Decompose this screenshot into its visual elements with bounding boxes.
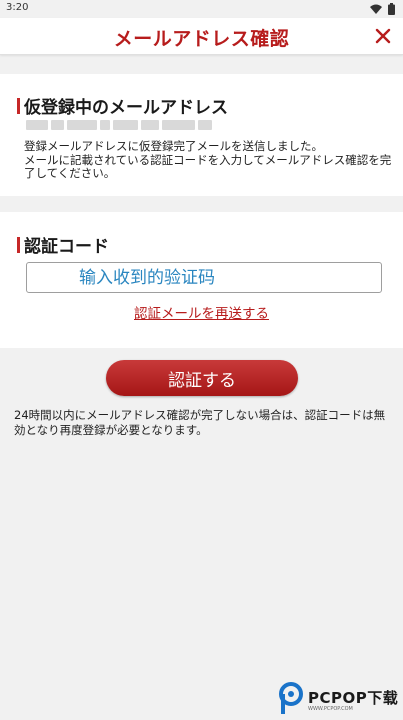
heading-accent-bar xyxy=(17,236,20,253)
email-description-line2: メールに記載されている認証コードを入力してメールアドレス確認を完了してください。 xyxy=(24,152,392,180)
email-description-line1: 登録メールアドレスに仮登録完了メールを送信しました。 xyxy=(24,139,323,153)
resend-email-link[interactable]: 認証メールを再送する xyxy=(0,302,403,322)
masked-email-address xyxy=(26,118,212,132)
email-heading-text: 仮登録中のメールアドレス xyxy=(24,98,228,118)
code-section-heading: 認証コード xyxy=(17,232,109,257)
close-icon xyxy=(375,28,391,44)
email-description: 登録メールアドレスに仮登録完了メールを送信しました。 メールに記載されている認証… xyxy=(24,139,394,181)
code-heading-text: 認証コード xyxy=(24,237,109,257)
pcpop-logo-icon xyxy=(279,682,303,714)
watermark: PCPOP下载 WWW.PCPOP.COM xyxy=(278,682,398,716)
heading-accent-bar xyxy=(17,97,20,114)
close-button[interactable] xyxy=(369,22,397,50)
email-card: 仮登録中のメールアドレス 登録メールアドレスに仮登録完了メールを送信しました。 … xyxy=(0,74,403,196)
status-time: 3:20 xyxy=(6,2,29,13)
expiry-notice: 24時間以内にメールアドレス確認が完了しない場合は、認証コードは無効となり再度登… xyxy=(14,408,386,437)
email-section-heading: 仮登録中のメールアドレス xyxy=(17,93,228,118)
code-card: 認証コード 認証メールを再送する xyxy=(0,212,403,348)
verification-code-input[interactable] xyxy=(26,262,382,293)
wifi-icon xyxy=(370,4,382,14)
verify-button[interactable]: 認証する xyxy=(106,360,298,396)
watermark-text: PCPOP下载 WWW.PCPOP.COM xyxy=(308,687,398,712)
status-icons xyxy=(370,3,395,15)
app-header: メールアドレス確認 xyxy=(0,18,403,55)
watermark-sub: WWW.PCPOP.COM xyxy=(308,705,353,712)
watermark-main: PCPOP下载 xyxy=(308,688,399,707)
status-bar: 3:20 xyxy=(0,0,403,18)
battery-icon xyxy=(388,3,395,15)
page-title: メールアドレス確認 xyxy=(113,28,290,50)
